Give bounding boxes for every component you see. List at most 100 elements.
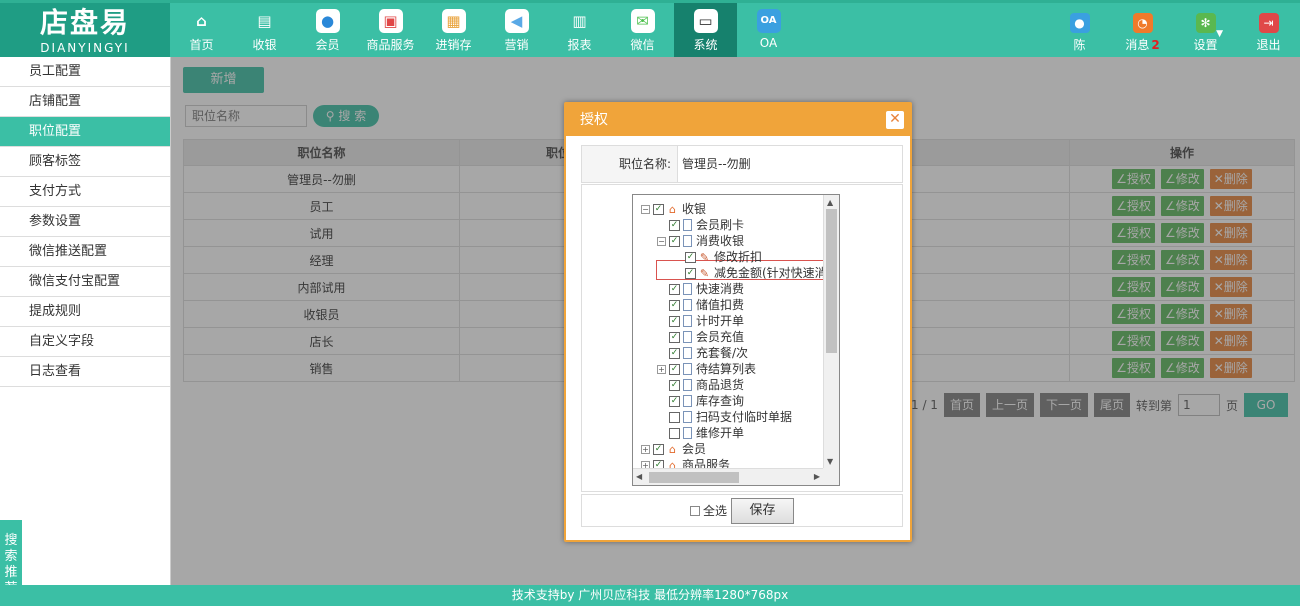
user-nav-item-1[interactable]: ◔ 消息 2	[1111, 3, 1174, 60]
edit-icon: ✎	[699, 266, 710, 280]
tree-checkbox[interactable]: ✓	[653, 203, 664, 215]
tree-node-label: 扫码支付临时单据	[696, 410, 793, 424]
sidebar-item[interactable]: 日志查看	[0, 357, 170, 387]
scroll-right-icon[interactable]: ▶	[814, 472, 820, 481]
tree-node[interactable]: ✓ 计时开单	[657, 313, 744, 329]
sidebar-item[interactable]: 微信推送配置	[0, 237, 170, 267]
chevron-down-icon[interactable]: ▼	[1216, 29, 1223, 39]
tree-checkbox[interactable]	[669, 427, 680, 439]
tree-node[interactable]: ✓ 会员刷卡	[657, 217, 744, 233]
nav-item-2[interactable]: ● 会员	[296, 3, 359, 60]
user-nav-item-0[interactable]: ● 陈	[1048, 3, 1111, 60]
tree-checkbox[interactable]: ✓	[669, 283, 680, 295]
sidebar-item[interactable]: 店铺配置	[0, 87, 170, 117]
collapse-icon[interactable]: −	[641, 204, 650, 214]
user-nav-label: 退出	[1256, 38, 1281, 52]
vertical-scrollbar[interactable]: ▲ ▼	[823, 195, 839, 469]
nav-item-label: 营销	[504, 38, 529, 52]
nav-item-label: 系统	[693, 38, 718, 52]
tree-node[interactable]: ✓ 充套餐/次	[657, 345, 748, 361]
collapse-icon[interactable]: −	[657, 236, 666, 246]
vertical-scroll-thumb[interactable]	[826, 209, 837, 353]
monitor-icon: ▭	[693, 9, 718, 33]
scroll-down-icon[interactable]: ▼	[827, 457, 833, 466]
nav-item-3[interactable]: ▣ 商品服务	[359, 3, 422, 60]
tree-checkbox[interactable]: ✓	[669, 315, 680, 327]
save-button[interactable]: 保存	[731, 497, 794, 524]
tree-node[interactable]: − ✓ 消费收银	[657, 233, 744, 249]
home-icon: ⌂	[669, 202, 676, 216]
user-nav-label: 设置	[1193, 38, 1218, 52]
sidebar-item[interactable]: 参数设置	[0, 207, 170, 237]
tree-node-label: 收银	[682, 202, 707, 216]
home-icon: ⌂	[669, 442, 676, 456]
expand-icon[interactable]: +	[657, 364, 666, 374]
tree-node-label: 维修开单	[696, 426, 745, 440]
close-icon[interactable]: ✕	[886, 111, 904, 129]
tree-node[interactable]: 维修开单	[657, 425, 744, 441]
sidebar-item[interactable]: 微信支付宝配置	[0, 267, 170, 297]
tree-node[interactable]: ✓✎ 减免金额(针对快速消费)	[673, 265, 824, 281]
tree-checkbox[interactable]: ✓	[685, 251, 696, 263]
nav-item-9[interactable]: OA OA	[737, 3, 800, 60]
nav-item-8[interactable]: ▭ 系统	[674, 3, 737, 60]
tree-checkbox[interactable]: ✓	[669, 331, 680, 343]
sidebar-item[interactable]: 顾客标签	[0, 147, 170, 177]
scroll-up-icon[interactable]: ▲	[827, 198, 833, 207]
tree-node[interactable]: ✓ 会员充值	[657, 329, 744, 345]
user-nav-item-2[interactable]: ✻ 设置 ▼	[1174, 3, 1237, 60]
dialog-header: 授权 ✕	[566, 104, 910, 136]
nav-item-5[interactable]: ◀ 营销	[485, 3, 548, 60]
tree-node[interactable]: − ✓ ⌂ 收银	[641, 201, 706, 217]
select-all[interactable]: 全选	[689, 502, 727, 519]
tree-checkbox[interactable]: ✓	[669, 379, 680, 391]
sidebar-item[interactable]: 支付方式	[0, 177, 170, 207]
tree-checkbox[interactable]	[669, 411, 680, 423]
nav-item-label: 首页	[189, 38, 214, 52]
tree-node[interactable]: ✓ 储值扣费	[657, 297, 744, 313]
nav-item-0[interactable]: ⌂ 首页	[170, 3, 233, 60]
tree-node[interactable]: + ✓ ⌂ 会员	[641, 441, 706, 457]
select-all-label: 全选	[702, 504, 727, 518]
position-name-label: 职位名称:	[582, 146, 678, 182]
nav-item-6[interactable]: ▥ 报表	[548, 3, 611, 60]
tree-node[interactable]: + ✓ 待结算列表	[657, 361, 756, 377]
tree-node[interactable]: ✓ 商品退货	[657, 377, 744, 393]
tree-node[interactable]: 扫码支付临时单据	[657, 409, 792, 425]
expand-icon[interactable]: +	[641, 444, 650, 454]
horizontal-scrollbar[interactable]: ◀ ▶	[633, 468, 824, 485]
sidebar-item[interactable]: 职位配置	[0, 117, 170, 147]
tree-node[interactable]: ✓ 库存查询	[657, 393, 744, 409]
tree-checkbox[interactable]: ✓	[669, 347, 680, 359]
nav-item-4[interactable]: ▦ 进销存	[422, 3, 485, 60]
nav-item-label: OA	[759, 36, 778, 50]
tree-checkbox[interactable]: ✓	[669, 219, 680, 231]
tree-checkbox[interactable]: ✓	[669, 299, 680, 311]
sidebar-item[interactable]: 自定义字段	[0, 327, 170, 357]
tree-checkbox[interactable]: ✓	[653, 443, 664, 455]
tree-checkbox[interactable]: ✓	[669, 395, 680, 407]
top-bar: 店盘易 DIANYINGYI ⌂ 首页 ▤ 收银 ● 会员 ▣ 商品服务 ▦ 进销存 ◀ 营销 ▥ 报表 ✉…	[0, 0, 1300, 60]
select-all-checkbox[interactable]	[689, 505, 700, 516]
user-nav-item-3[interactable]: ⇥ 退出	[1237, 3, 1300, 60]
page-icon	[683, 299, 692, 311]
nav-item-7[interactable]: ✉ 微信	[611, 3, 674, 60]
page-icon	[683, 331, 692, 343]
sidebar: 员工配置 店铺配置 职位配置 顾客标签 支付方式 参数设置 微信推送配置 微信支付宝配置 提成规…	[0, 57, 171, 585]
tree-node[interactable]: ✓ ✎ 修改折扣	[673, 249, 762, 265]
tree-checkbox[interactable]: ✓	[685, 267, 696, 279]
tree-node[interactable]: ✓ 快速消费	[657, 281, 744, 297]
scroll-left-icon[interactable]: ◀	[636, 472, 642, 481]
dialog-footer: 全选 保存	[581, 494, 903, 527]
tree-checkbox[interactable]: ✓	[669, 235, 680, 247]
tree-node-label: 会员刷卡	[696, 218, 745, 232]
edit-icon: ✎	[699, 250, 710, 264]
horizontal-scroll-thumb[interactable]	[649, 472, 739, 483]
product-icon: ▣	[378, 9, 403, 33]
sidebar-item[interactable]: 员工配置	[0, 57, 170, 87]
nav-item-label: 会员	[315, 38, 340, 52]
nav-item-1[interactable]: ▤ 收银	[233, 3, 296, 60]
permission-tree[interactable]: −✓⌂收银✓会员刷卡−✓消费收银✓✎修改折扣✓✎减免金额(针对快速消费)✓快速消…	[632, 194, 840, 486]
tree-checkbox[interactable]: ✓	[669, 363, 680, 375]
sidebar-item[interactable]: 提成规则	[0, 297, 170, 327]
